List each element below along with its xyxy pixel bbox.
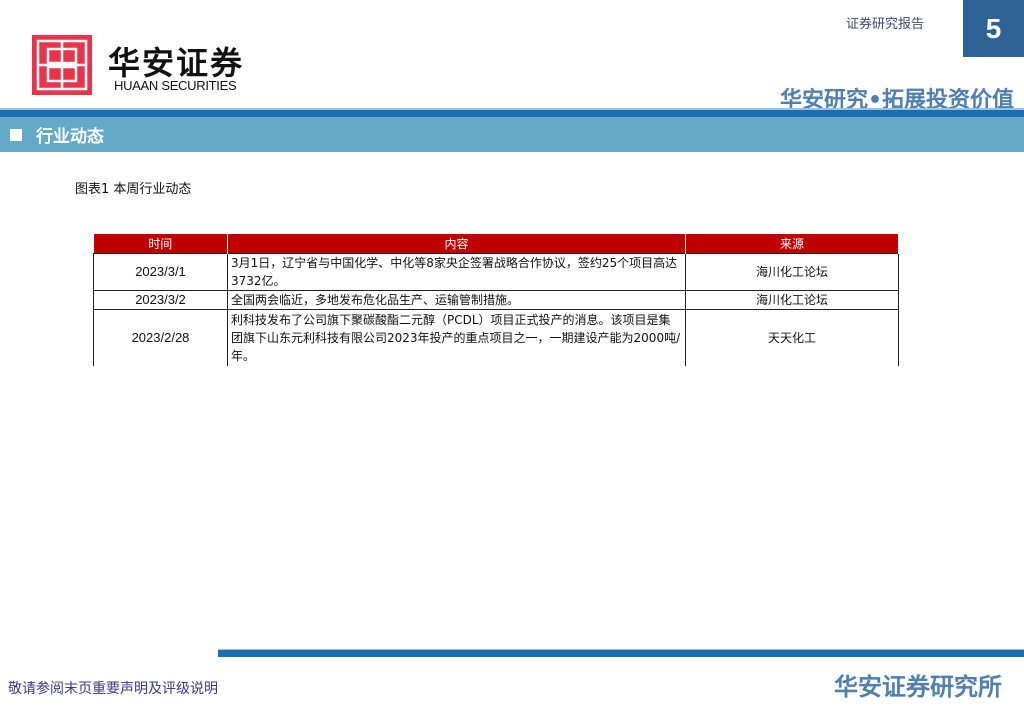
content-cell: 3月1日，辽宁省与中国化学、中化等8家央企签署战略合作协议，签约25个项目高达3… <box>227 252 686 291</box>
logo-text-en: HUAAN SECURITIES <box>114 78 237 93</box>
page-number: 5 <box>963 0 1024 57</box>
source-cell: 天天化工 <box>685 308 899 366</box>
table-row: 2023/3/1 3月1日，辽宁省与中国化学、中化等8家央企签署战略合作协议，签… <box>93 252 899 291</box>
column-header: 时间 <box>93 234 228 253</box>
section-title: 行业动态 <box>36 127 104 147</box>
source-cell: 海川化工论坛 <box>685 289 899 310</box>
column-header: 内容 <box>227 234 686 253</box>
table-header-row: 时间 内容 来源 <box>93 234 899 253</box>
date-cell: 2023/3/2 <box>93 289 228 310</box>
table-row: 2023/3/2 全国两会临近，多地发布危化品生产、运输管制措施。 海川化工论坛 <box>93 289 899 310</box>
disclaimer-link: 敬请参阅末页重要声明及评级说明 <box>8 681 218 697</box>
figure-caption: 图表1 本周行业动态 <box>75 182 192 197</box>
logo-mark <box>32 35 92 95</box>
source-cell: 海川化工论坛 <box>685 252 899 291</box>
section-header: 行业动态 <box>0 117 1024 152</box>
footer-divider <box>218 649 1024 657</box>
table-row: 2023/2/28 利科技发布了公司旗下聚碳酸酯二元醇（PCDL）项目正式投产的… <box>93 308 899 366</box>
footer-org: 华安证券研究所 <box>834 673 1002 701</box>
industry-news-table: 时间 内容 来源 2023/3/1 3月1日，辽宁省与中国化学、中化等8家央企签… <box>93 234 899 366</box>
square-bullet-icon <box>10 128 22 141</box>
date-cell: 2023/3/1 <box>93 252 228 291</box>
report-type: 证券研究报告 <box>846 17 925 32</box>
column-header: 来源 <box>685 234 899 253</box>
divider <box>0 110 1024 117</box>
date-cell: 2023/2/28 <box>93 308 228 366</box>
content-cell: 利科技发布了公司旗下聚碳酸酯二元醇（PCDL）项目正式投产的消息。该项目是集团旗… <box>227 308 686 366</box>
content-cell: 全国两会临近，多地发布危化品生产、运输管制措施。 <box>227 289 686 310</box>
